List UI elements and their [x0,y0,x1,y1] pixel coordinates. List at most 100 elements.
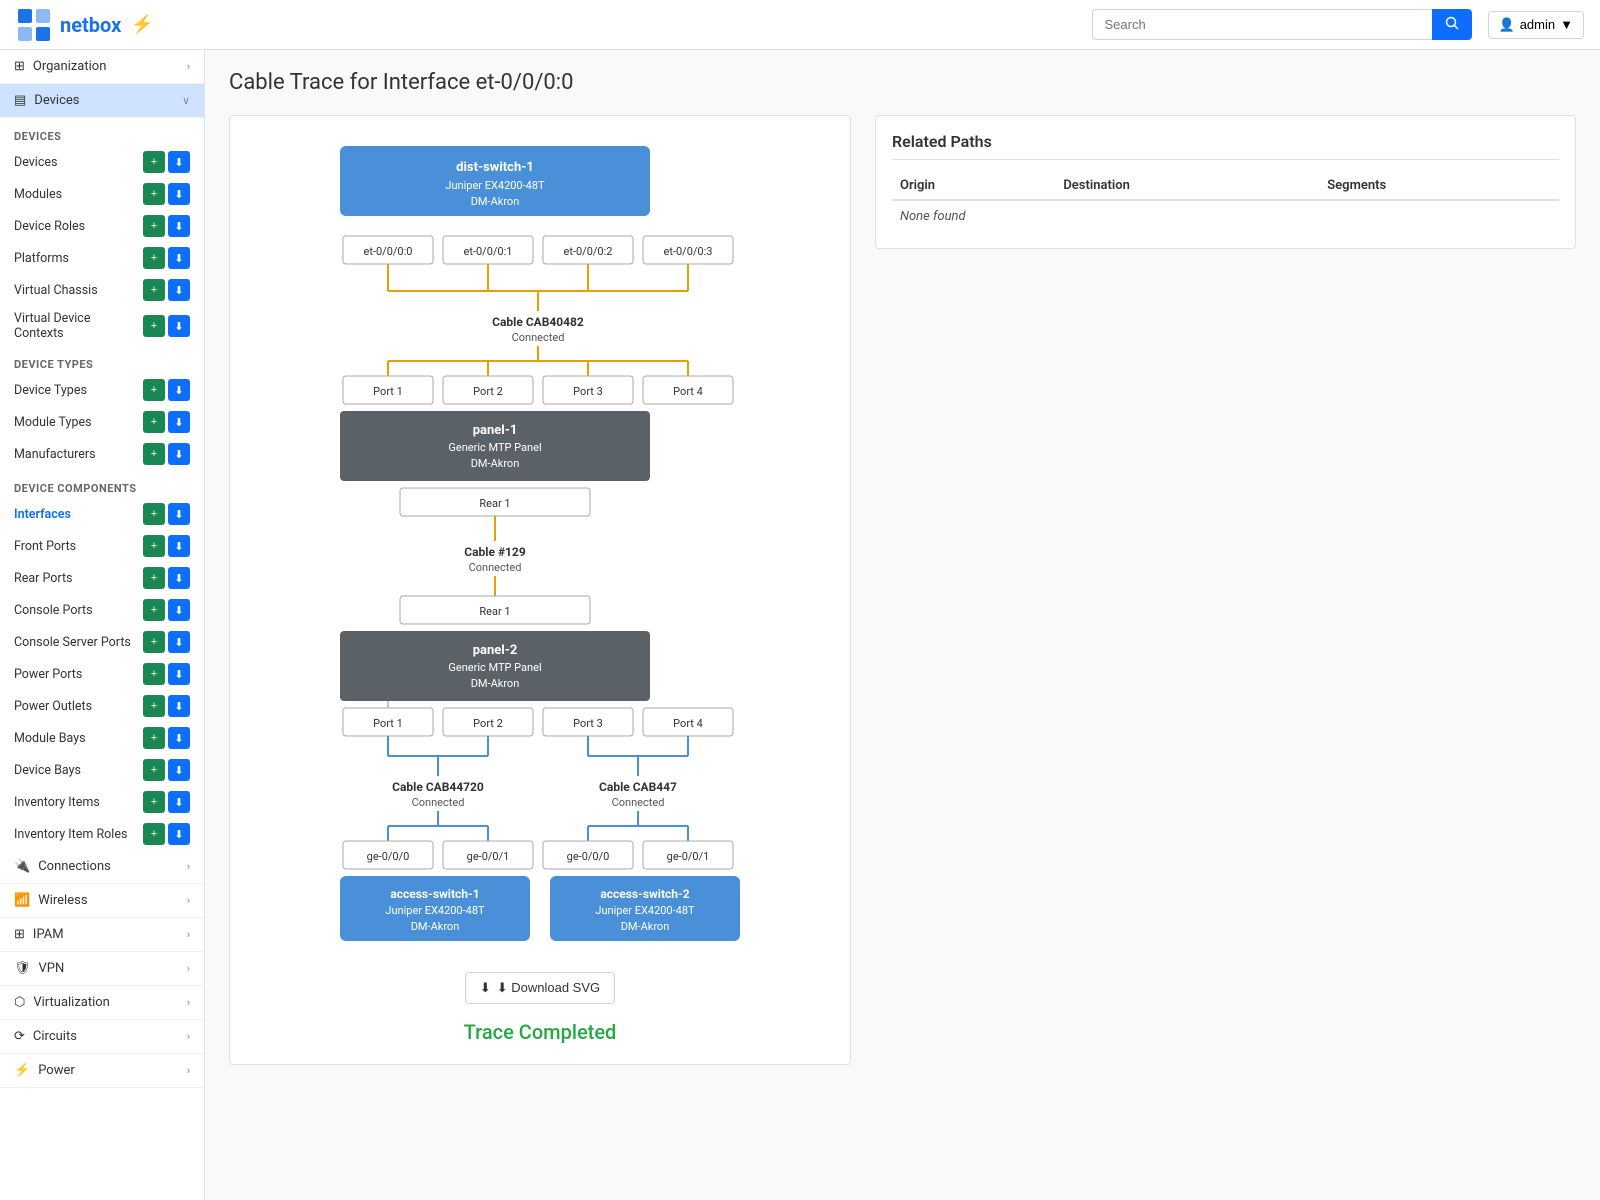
add-inventory-item-button[interactable]: + [143,791,165,813]
sidebar-item-devices-list[interactable]: Devices + ⬇ [0,146,204,178]
sidebar-item-power[interactable]: ⚡ Power › [0,1054,204,1088]
import-front-port-button[interactable]: ⬇ [168,535,190,557]
sidebar-item-module-bays[interactable]: Module Bays + ⬇ [0,722,204,754]
sidebar-item-console-server-ports[interactable]: Console Server Ports + ⬇ [0,626,204,658]
sidebar-label-module-types: Module Types [14,415,92,430]
sidebar-item-modules[interactable]: Modules + ⬇ [0,178,204,210]
p2-port3: Port 3 [573,717,603,730]
cable2-status: Connected [469,561,522,574]
add-device-button[interactable]: + [143,151,165,173]
sidebar-item-device-bays[interactable]: Device Bays + ⬇ [0,754,204,786]
sidebar-item-virtual-device-contexts[interactable]: Virtual Device Contexts + ⬇ [0,306,204,346]
as2-name: access-switch-2 [600,887,689,901]
sidebar-item-wireless[interactable]: 📶 Wireless › [0,884,204,918]
add-rear-port-button[interactable]: + [143,567,165,589]
add-manufacturer-button[interactable]: + [143,443,165,465]
sidebar-item-vpn[interactable]: 🛡 VPN › [0,952,204,986]
import-platform-button[interactable]: ⬇ [168,247,190,269]
search-input[interactable] [1092,9,1432,40]
import-manufacturer-button[interactable]: ⬇ [168,443,190,465]
sidebar-item-front-ports[interactable]: Front Ports + ⬇ [0,530,204,562]
import-console-server-port-button[interactable]: ⬇ [168,631,190,653]
sidebar-label-front-ports: Front Ports [14,539,76,554]
sidebar-item-rear-ports[interactable]: Rear Ports + ⬇ [0,562,204,594]
sidebar-item-virtual-chassis[interactable]: Virtual Chassis + ⬇ [0,274,204,306]
sidebar-label-device-bays: Device Bays [14,763,81,778]
import-rear-port-button[interactable]: ⬇ [168,567,190,589]
add-vdc-button[interactable]: + [143,315,165,337]
add-inventory-item-role-button[interactable]: + [143,823,165,845]
sidebar-item-console-ports[interactable]: Console Ports + ⬇ [0,594,204,626]
port-et0001: et-0/0/0:1 [464,245,513,258]
import-device-role-button[interactable]: ⬇ [168,215,190,237]
sidebar-item-devices[interactable]: ▤ Devices ∨ [0,84,204,118]
col-segments: Segments [1319,172,1559,200]
sidebar-item-circuits[interactable]: ⟳ Circuits › [0,1020,204,1054]
add-device-role-button[interactable]: + [143,215,165,237]
sidebar-item-module-types[interactable]: Module Types + ⬇ [0,406,204,438]
p1-port4: Port 4 [673,385,703,398]
import-power-outlet-button[interactable]: ⬇ [168,695,190,717]
sidebar-item-inventory-items[interactable]: Inventory Items + ⬇ [0,786,204,818]
add-virtual-chassis-button[interactable]: + [143,279,165,301]
sidebar-item-ipam[interactable]: ⊞ IPAM › [0,918,204,952]
download-svg-button[interactable]: ⬇ ⬇ Download SVG [465,972,615,1004]
import-device-bay-button[interactable]: ⬇ [168,759,190,781]
sidebar-item-device-types[interactable]: Device Types + ⬇ [0,374,204,406]
sidebar-label-devices-list: Devices [14,155,57,170]
import-power-port-button[interactable]: ⬇ [168,663,190,685]
brand-link[interactable]: netbox ⚡ [16,7,154,43]
p2-port4: Port 4 [673,717,703,730]
import-module-type-button[interactable]: ⬇ [168,411,190,433]
bolt-icon: ⚡ [14,1063,30,1078]
sidebar-label-ipam: IPAM [33,927,64,942]
import-module-button[interactable]: ⬇ [168,183,190,205]
devices-actions: + ⬇ [143,151,190,173]
sidebar-item-platforms[interactable]: Platforms + ⬇ [0,242,204,274]
chevron-right-icon-vpn: › [187,962,190,975]
add-power-outlet-button[interactable]: + [143,695,165,717]
grid-icon: ⊞ [14,59,25,74]
search-button[interactable] [1432,9,1472,40]
sidebar-item-interfaces[interactable]: Interfaces + ⬇ [0,498,204,530]
as2-location: DM-Akron [621,920,670,933]
sidebar-item-inventory-item-roles[interactable]: Inventory Item Roles + ⬇ [0,818,204,850]
chevron-down-icon: ∨ [182,94,190,107]
add-console-port-button[interactable]: + [143,599,165,621]
import-vdc-button[interactable]: ⬇ [168,315,190,337]
sidebar-item-power-ports[interactable]: Power Ports + ⬇ [0,658,204,690]
add-interface-button[interactable]: + [143,503,165,525]
add-device-type-button[interactable]: + [143,379,165,401]
import-console-port-button[interactable]: ⬇ [168,599,190,621]
sidebar-item-virtualization[interactable]: ⬡ Virtualization › [0,986,204,1020]
p2-rear1: Rear 1 [479,605,510,618]
panel2-location: DM-Akron [471,677,520,690]
import-device-type-button[interactable]: ⬇ [168,379,190,401]
layout: ⊞ Organization › ▤ Devices ∨ DEVICES Dev… [0,50,1600,1200]
import-virtual-chassis-button[interactable]: ⬇ [168,279,190,301]
import-inventory-item-button[interactable]: ⬇ [168,791,190,813]
sidebar-item-manufacturers[interactable]: Manufacturers + ⬇ [0,438,204,470]
import-interface-button[interactable]: ⬇ [168,503,190,525]
add-console-server-port-button[interactable]: + [143,631,165,653]
add-module-button[interactable]: + [143,183,165,205]
user-dropdown-button[interactable]: 👤 admin ▼ [1488,11,1584,39]
sidebar-label-organization: Organization [33,59,106,74]
import-device-button[interactable]: ⬇ [168,151,190,173]
add-front-port-button[interactable]: + [143,535,165,557]
import-module-bay-button[interactable]: ⬇ [168,727,190,749]
add-device-bay-button[interactable]: + [143,759,165,781]
brand-name: netbox [60,13,121,37]
chevron-right-icon-virtualization: › [187,996,190,1009]
user-menu: 👤 admin ▼ [1488,11,1584,39]
sidebar-item-organization[interactable]: ⊞ Organization › [0,50,204,84]
search-icon [1445,16,1459,30]
import-inventory-item-role-button[interactable]: ⬇ [168,823,190,845]
add-module-type-button[interactable]: + [143,411,165,433]
add-platform-button[interactable]: + [143,247,165,269]
add-power-port-button[interactable]: + [143,663,165,685]
sidebar-item-power-outlets[interactable]: Power Outlets + ⬇ [0,690,204,722]
sidebar-item-connections[interactable]: 🔌 Connections › [0,850,204,884]
sidebar-item-device-roles[interactable]: Device Roles + ⬇ [0,210,204,242]
add-module-bay-button[interactable]: + [143,727,165,749]
